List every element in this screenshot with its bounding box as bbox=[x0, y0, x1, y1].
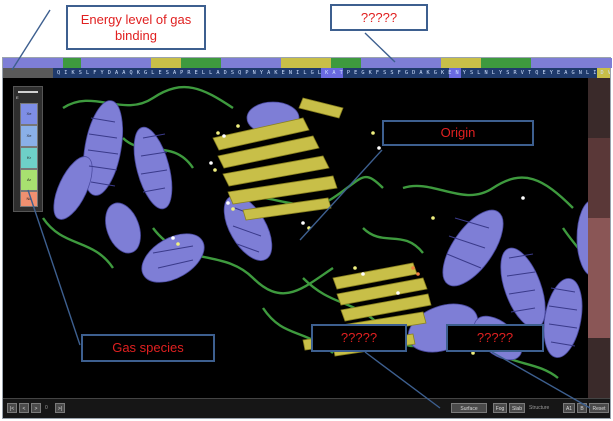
coil-segment bbox=[181, 58, 221, 68]
gas-swatch[interactable]: Xe bbox=[20, 103, 38, 125]
origin-callout: Origin bbox=[382, 120, 534, 146]
energy-scale-segment bbox=[588, 338, 610, 400]
gas-species-callout: Gas species bbox=[81, 334, 215, 362]
sheet-segment bbox=[441, 58, 481, 68]
bottom-toolbar: |< < > 0 >| Surface Fog Slab Structure A… bbox=[3, 398, 610, 418]
energy-slider-label: E bbox=[16, 95, 19, 100]
protein-viewer-window[interactable]: Q I K S L F Y D A A Q K G L E S A P R E … bbox=[2, 57, 612, 419]
coil-segment bbox=[331, 58, 361, 68]
helix-segment bbox=[81, 58, 151, 68]
gas-species-panel[interactable]: E Xe Xe Kr Ar Ne bbox=[13, 86, 43, 212]
energy-level-callout: Energy level of gas binding bbox=[66, 5, 206, 50]
energy-scale-bar bbox=[588, 78, 610, 400]
helix-segment bbox=[3, 58, 63, 68]
top-unknown-callout: ????? bbox=[330, 4, 428, 31]
sheet-segment bbox=[151, 58, 181, 68]
sequence-ruler bbox=[3, 68, 53, 78]
helix-segment bbox=[221, 58, 281, 68]
secondary-structure-bar[interactable] bbox=[3, 58, 612, 68]
surface-button[interactable]: Surface bbox=[451, 403, 487, 413]
next-frame-button[interactable]: > bbox=[31, 403, 41, 413]
mid-unknown-callout: ????? bbox=[311, 324, 407, 352]
sequence-residues: Q I K S L F Y D A A Q K G L E S A P R E … bbox=[57, 70, 610, 76]
first-frame-button[interactable]: |< bbox=[7, 403, 17, 413]
last-frame-button[interactable]: >| bbox=[55, 403, 65, 413]
helix-segment bbox=[531, 58, 612, 68]
sheet-segment bbox=[281, 58, 331, 68]
energy-scale-segment bbox=[588, 218, 610, 338]
gas-swatch[interactable]: Ar bbox=[20, 169, 38, 191]
energy-slider[interactable] bbox=[18, 91, 38, 93]
energy-scale-segment bbox=[588, 138, 610, 218]
gas-swatch[interactable]: Kr bbox=[20, 147, 38, 169]
gas-swatch[interactable]: Xe bbox=[20, 125, 38, 147]
reset-button[interactable]: Reset bbox=[589, 403, 609, 413]
helix-segment bbox=[361, 58, 441, 68]
right-unknown-callout: ????? bbox=[446, 324, 544, 352]
structure-label: Structure bbox=[529, 405, 550, 411]
sequence-strip[interactable]: Q I K S L F Y D A A Q K G L E S A P R E … bbox=[3, 68, 610, 78]
frame-counter: 0 bbox=[45, 405, 48, 411]
prev-frame-button[interactable]: < bbox=[19, 403, 29, 413]
gas-swatch[interactable]: Ne bbox=[20, 191, 38, 207]
coil-segment bbox=[481, 58, 531, 68]
energy-scale-segment bbox=[588, 78, 610, 138]
chain-b-button[interactable]: B bbox=[577, 403, 587, 413]
fog-button[interactable]: Fog bbox=[493, 403, 507, 413]
slab-button[interactable]: Slab bbox=[509, 403, 525, 413]
coil-segment bbox=[63, 58, 81, 68]
chain-a-button[interactable]: A1 bbox=[563, 403, 575, 413]
